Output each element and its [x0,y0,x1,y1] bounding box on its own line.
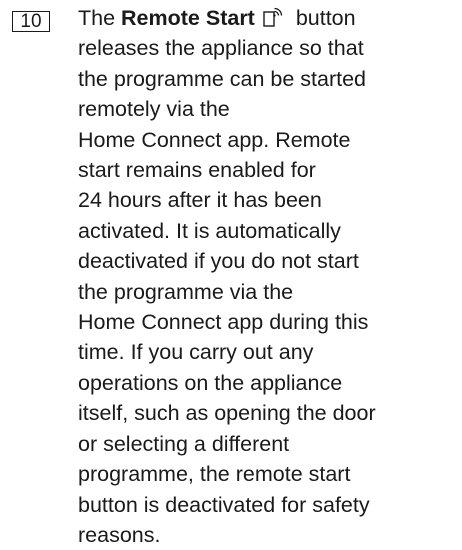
text-line-15: or selecting a different [78,431,290,456]
text-prefix: The [78,6,122,30]
text-line-7: 24 hours after it has been [78,188,322,213]
text-line-8: activated. It is automatically [78,218,341,243]
text-line-10: the programme via the [78,279,294,304]
text-line-17: button is deactivated for safety [78,492,370,517]
item-number: 10 [20,11,42,32]
text-suffix: button [289,6,356,30]
remote-start-label: Remote Start [121,6,255,30]
text-line-14: itself, such as opening the door [78,401,376,426]
text-line-1: The Remote Start button [78,3,458,33]
remote-start-icon [261,6,287,28]
text-line-5: Home Connect app. Remote [78,127,351,152]
text-line-18: reasons. [78,522,161,547]
text-line-12: time. If you carry out any [78,340,314,365]
text-line-9: deactivated if you do not start [78,249,359,274]
text-line-3: the programme can be started [78,66,367,91]
text-line-2: releases the appliance so that [78,36,364,61]
text-line-6: start remains enabled for [78,158,316,183]
description-text: The Remote Start button releases the app… [78,3,458,550]
remote-start-entry: 10 The Remote Start button releases the … [0,0,462,547]
item-number-badge: 10 [12,11,50,32]
text-line-16: programme, the remote start [78,462,351,487]
text-line-4: remotely via the [78,97,230,122]
text-line-13: operations on the appliance [78,370,343,395]
text-line-11: Home Connect app during this [78,310,369,335]
